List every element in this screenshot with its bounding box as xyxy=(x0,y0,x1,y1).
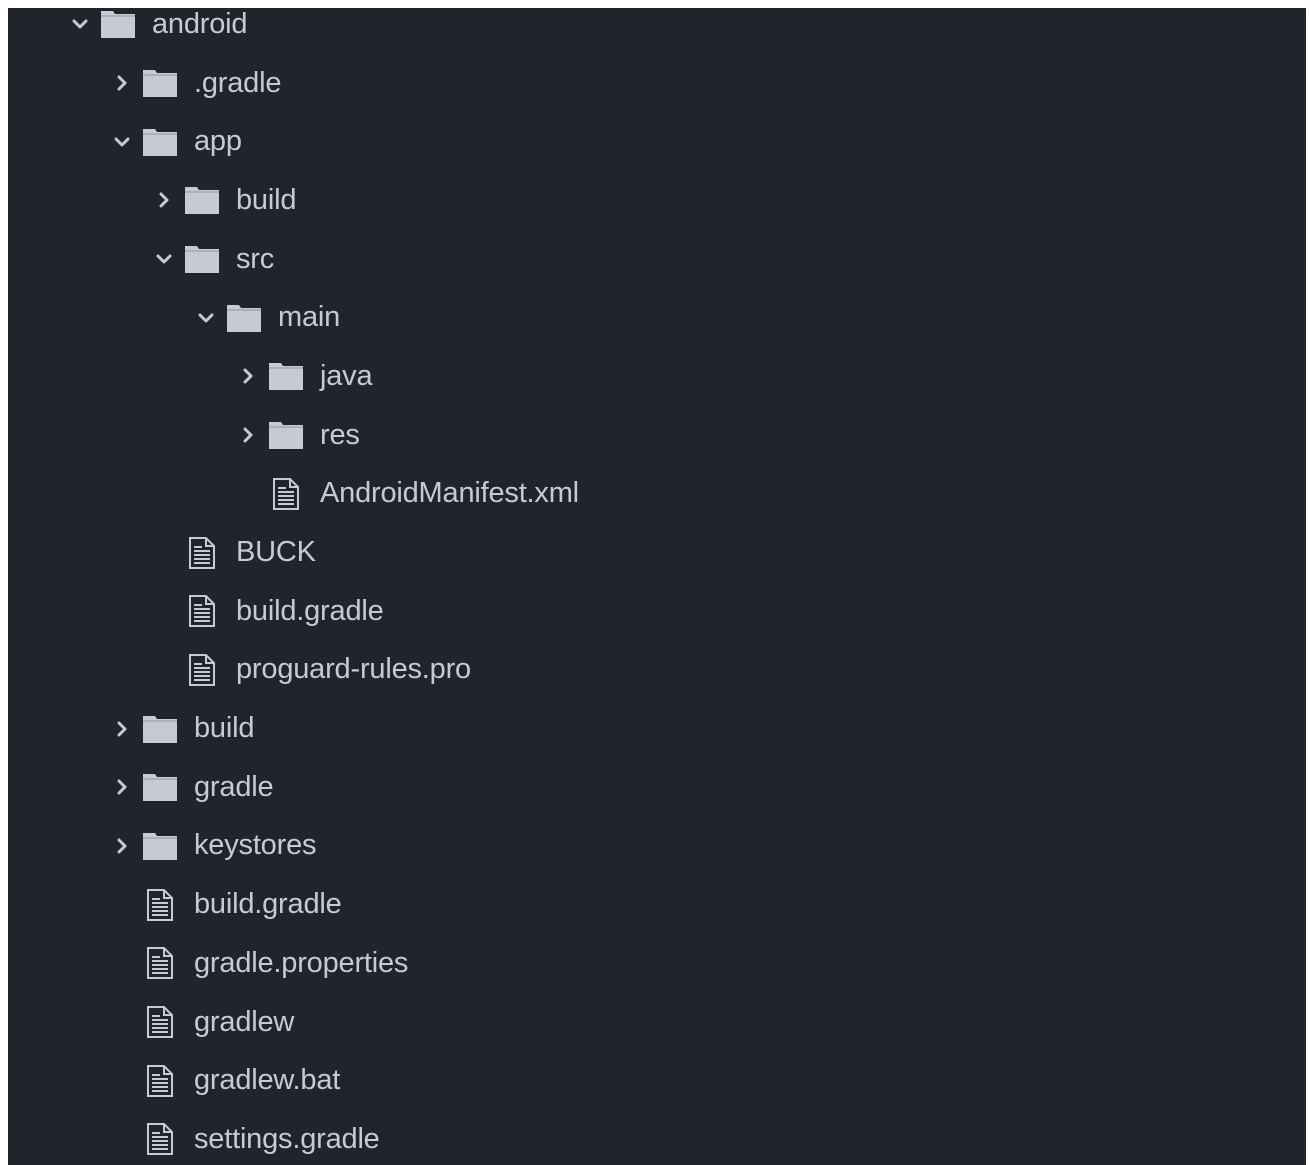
folder-icon xyxy=(268,420,304,450)
tree-item-label: gradlew xyxy=(194,1005,295,1038)
tree-item-label: gradle.properties xyxy=(194,946,409,979)
tree-item-label: settings.gradle xyxy=(194,1122,380,1155)
tree-folder-item[interactable]: app xyxy=(8,112,1306,171)
tree-item-label: keystores xyxy=(194,829,317,862)
file-text-icon xyxy=(268,477,304,510)
tree-file-item[interactable]: AndroidManifest.xml xyxy=(8,465,1306,524)
folder-icon xyxy=(142,772,178,802)
tree-item-label: build.gradle xyxy=(194,888,342,921)
tree-item-label: res xyxy=(320,418,360,451)
file-text-icon xyxy=(142,1064,178,1097)
tree-item-label: BUCK xyxy=(236,536,316,569)
file-tree-panel: android .gradle app build src main java res Andr… xyxy=(8,8,1306,1165)
tree-file-item[interactable]: build.gradle xyxy=(8,875,1306,934)
file-text-icon xyxy=(142,888,178,921)
tree-folder-item[interactable]: res xyxy=(8,406,1306,465)
tree-file-item[interactable]: build.gradle xyxy=(8,582,1306,641)
tree-item-label: gradlew.bat xyxy=(194,1064,341,1097)
tree-folder-item[interactable]: .gradle xyxy=(8,54,1306,113)
chevron-down-icon[interactable] xyxy=(156,249,172,269)
folder-icon xyxy=(142,127,178,157)
folder-icon xyxy=(142,831,178,861)
tree-item-label: .gradle xyxy=(194,66,282,99)
tree-item-label: build xyxy=(194,712,255,745)
tree-file-item[interactable]: settings.gradle xyxy=(8,1110,1306,1165)
chevron-right-icon[interactable] xyxy=(114,73,130,93)
tree-folder-item[interactable]: gradle xyxy=(8,758,1306,817)
file-tree: android .gradle app build src main java res Andr… xyxy=(8,8,1306,1165)
chevron-right-icon[interactable] xyxy=(240,366,256,386)
chevron-down-icon[interactable] xyxy=(114,132,130,152)
chevron-right-icon[interactable] xyxy=(240,425,256,445)
tree-folder-item[interactable]: keystores xyxy=(8,817,1306,876)
tree-folder-item[interactable]: src xyxy=(8,230,1306,289)
chevron-right-icon[interactable] xyxy=(114,836,130,856)
file-text-icon xyxy=(184,595,220,628)
tree-item-label: app xyxy=(194,125,242,158)
file-text-icon xyxy=(184,653,220,686)
chevron-right-icon[interactable] xyxy=(114,719,130,739)
file-text-icon xyxy=(142,1123,178,1156)
tree-item-label: proguard-rules.pro xyxy=(236,653,471,686)
folder-icon xyxy=(142,68,178,98)
chevron-right-icon[interactable] xyxy=(156,190,172,210)
tree-item-label: build xyxy=(236,183,297,216)
folder-icon xyxy=(142,714,178,744)
folder-icon xyxy=(226,303,262,333)
tree-item-label: main xyxy=(278,301,341,334)
chevron-down-icon[interactable] xyxy=(198,308,214,328)
tree-file-item[interactable]: gradle.properties xyxy=(8,934,1306,993)
tree-file-item[interactable]: gradlew.bat xyxy=(8,1051,1306,1110)
tree-item-label: java xyxy=(320,359,373,392)
chevron-right-icon[interactable] xyxy=(114,777,130,797)
tree-item-label: gradle xyxy=(194,770,274,803)
tree-folder-item[interactable]: java xyxy=(8,347,1306,406)
file-text-icon xyxy=(142,1006,178,1039)
chevron-down-icon[interactable] xyxy=(72,14,88,34)
tree-folder-item[interactable]: build xyxy=(8,171,1306,230)
folder-icon xyxy=(184,185,220,215)
tree-folder-item[interactable]: android xyxy=(8,8,1306,54)
tree-item-label: build.gradle xyxy=(236,594,384,627)
folder-icon xyxy=(184,244,220,274)
folder-icon xyxy=(268,361,304,391)
file-text-icon xyxy=(184,536,220,569)
tree-folder-item[interactable]: main xyxy=(8,288,1306,347)
tree-item-label: src xyxy=(236,242,275,275)
tree-folder-item[interactable]: build xyxy=(8,699,1306,758)
folder-icon xyxy=(100,9,136,39)
tree-item-label: AndroidManifest.xml xyxy=(320,477,579,510)
file-text-icon xyxy=(142,947,178,980)
tree-item-label: android xyxy=(152,8,248,40)
tree-file-item[interactable]: gradlew xyxy=(8,993,1306,1052)
tree-file-item[interactable]: BUCK xyxy=(8,523,1306,582)
tree-file-item[interactable]: proguard-rules.pro xyxy=(8,641,1306,700)
